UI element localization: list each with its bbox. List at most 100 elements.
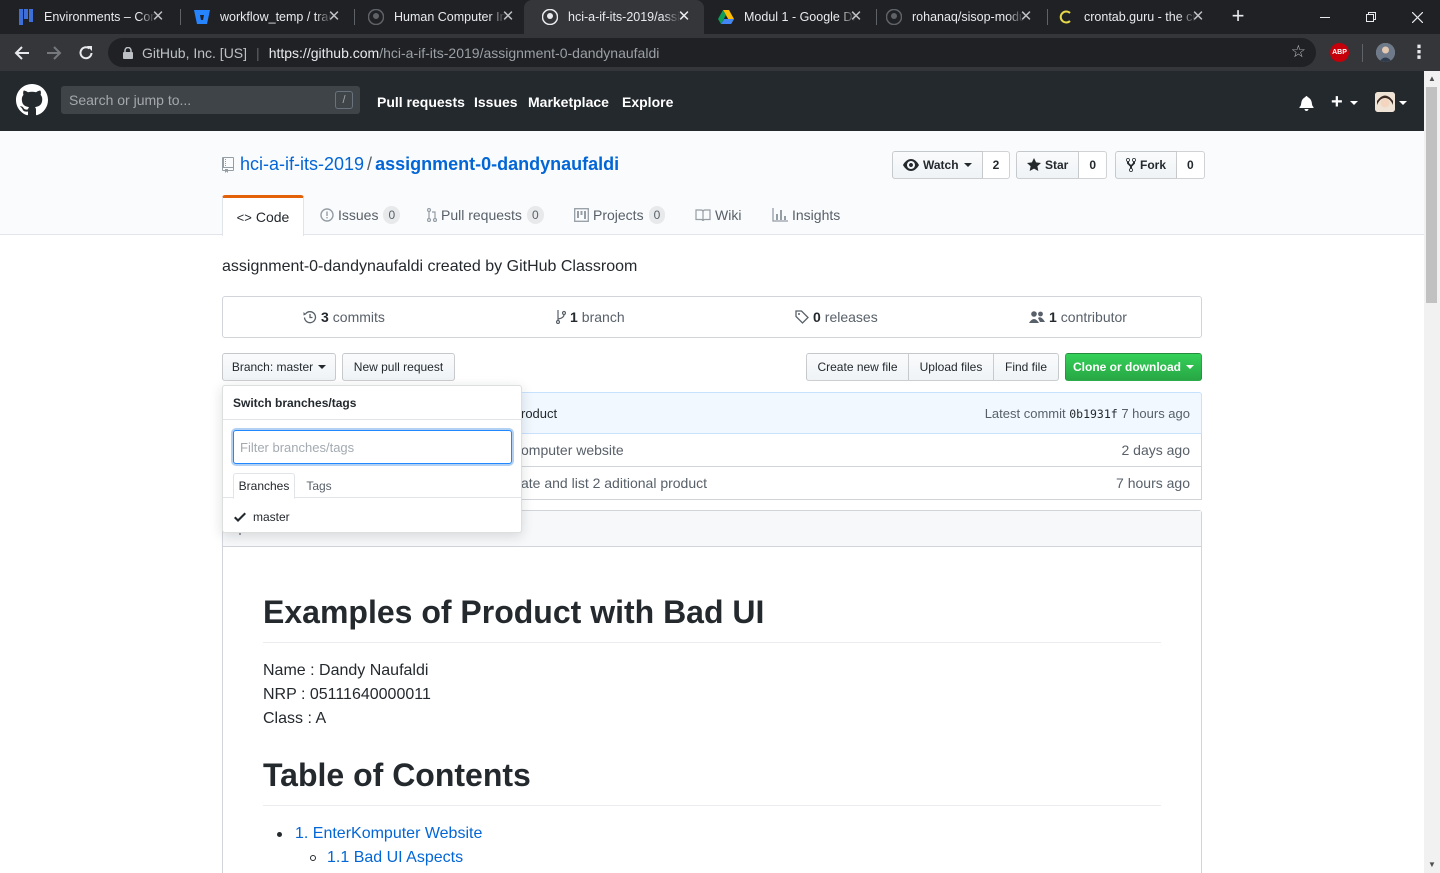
back-button[interactable] bbox=[9, 40, 35, 66]
upload-files-button[interactable]: Upload files bbox=[908, 353, 994, 381]
repo-description: assignment-0-dandynaufaldi created by Gi… bbox=[222, 258, 638, 275]
close-tab-icon[interactable]: ✕ bbox=[1018, 9, 1034, 25]
close-tab-icon[interactable]: ✕ bbox=[326, 9, 342, 25]
tab-tags[interactable]: Tags bbox=[299, 473, 339, 499]
tab-insights-label: Insights bbox=[792, 207, 841, 223]
close-tab-icon[interactable]: ✕ bbox=[676, 9, 692, 25]
clone-label: Clone or download bbox=[1073, 360, 1181, 374]
scroll-up-arrow-icon[interactable]: ▲ bbox=[1424, 71, 1440, 87]
toc-link[interactable]: 1. EnterKomputer Website bbox=[295, 825, 482, 842]
fork-label: Fork bbox=[1140, 158, 1167, 172]
close-tab-icon[interactable]: ✕ bbox=[848, 9, 864, 25]
readme-heading: Examples of Product with Bad UI bbox=[263, 592, 1161, 643]
bookmark-star-icon[interactable]: ☆ bbox=[1291, 43, 1306, 61]
repo-name-link[interactable]: assignment-0-dandynaufaldi bbox=[375, 154, 619, 174]
browser-tab[interactable]: Modul 1 - Google Drive ✕ bbox=[700, 0, 876, 34]
browser-tab-active[interactable]: hci-a-if-its-2019/assignment ✕ bbox=[524, 0, 704, 34]
fork-icon bbox=[1126, 158, 1136, 172]
watch-button[interactable]: Watch bbox=[892, 151, 983, 179]
forward-button[interactable] bbox=[41, 40, 67, 66]
clone-or-download-button[interactable]: Clone or download bbox=[1065, 353, 1202, 381]
browser-profile-avatar[interactable] bbox=[1376, 43, 1395, 62]
browser-tab[interactable]: Human Computer Interaction ✕ bbox=[350, 0, 528, 34]
tab-pull-requests[interactable]: Pull requests 0 bbox=[427, 195, 544, 235]
star-button[interactable]: Star bbox=[1016, 151, 1080, 179]
toc-link[interactable]: 1.1 Bad UI Aspects bbox=[327, 849, 463, 866]
close-tab-icon[interactable]: ✕ bbox=[1190, 9, 1206, 25]
tab-projects[interactable]: Projects 0 bbox=[574, 195, 666, 235]
book-icon bbox=[695, 208, 711, 221]
latest-commit-age: 7 hours ago bbox=[1121, 406, 1190, 421]
commits-link[interactable]: 3 commits bbox=[303, 309, 385, 325]
azure-devops-icon bbox=[18, 9, 34, 25]
browser-tab[interactable]: crontab.guru - the cron ✕ bbox=[1040, 0, 1218, 34]
lock-icon bbox=[123, 46, 133, 59]
new-pull-request-button[interactable]: New pull request bbox=[342, 353, 455, 381]
releases-label: releases bbox=[824, 309, 878, 325]
dropdown-title: Switch branches/tags bbox=[223, 386, 521, 420]
issue-opened-icon bbox=[320, 208, 334, 222]
url-host: https://github.com bbox=[268, 44, 380, 61]
contributors-link[interactable]: 1 contributor bbox=[1029, 309, 1127, 325]
address-bar[interactable]: GitHub, Inc. [US] | https://github.com/h… bbox=[108, 38, 1316, 67]
toolbar-divider bbox=[1362, 44, 1363, 62]
close-tab-icon[interactable]: ✕ bbox=[150, 9, 166, 25]
commit-sha-link[interactable]: 0b1931f bbox=[1069, 407, 1117, 421]
star-icon bbox=[1027, 158, 1041, 171]
toc-item: 1.1 Bad UI Aspects bbox=[263, 846, 1161, 870]
latest-commit-message[interactable]: roduct bbox=[521, 406, 557, 421]
nav-pull-requests[interactable]: Pull requests bbox=[377, 94, 465, 110]
user-avatar[interactable] bbox=[1375, 92, 1395, 112]
browser-tab[interactable]: rohanaq/sisop-modul ✕ bbox=[868, 0, 1046, 34]
find-file-button[interactable]: Find file bbox=[993, 353, 1059, 381]
close-tab-icon[interactable]: ✕ bbox=[500, 9, 516, 25]
tab-issues[interactable]: Issues 0 bbox=[320, 195, 401, 235]
branch-select-button[interactable]: Branch: master bbox=[222, 353, 336, 381]
github-logo-icon[interactable] bbox=[16, 84, 48, 116]
graph-icon bbox=[772, 208, 788, 222]
releases-link[interactable]: 0 releases bbox=[795, 309, 878, 325]
repo-head: hci-a-if-its-2019/assignment-0-dandynauf… bbox=[0, 131, 1424, 236]
browser-tab[interactable]: workflow_temp / trace ✕ bbox=[176, 0, 354, 34]
branch-item-master[interactable]: master bbox=[223, 502, 521, 532]
create-new-file-button[interactable]: Create new file bbox=[806, 353, 909, 381]
adblock-plus-icon[interactable]: ABP bbox=[1330, 43, 1349, 62]
fork-button[interactable]: Fork bbox=[1115, 151, 1178, 179]
scrollbar-thumb[interactable] bbox=[1426, 87, 1437, 303]
filter-branches-input[interactable] bbox=[233, 430, 512, 464]
browser-tab[interactable]: Environments – Composer ✕ bbox=[0, 0, 178, 34]
search-shortcut-hint: / bbox=[335, 91, 353, 109]
github-search-input[interactable]: Search or jump to... / bbox=[61, 86, 360, 114]
nav-issues[interactable]: Issues bbox=[474, 94, 518, 110]
chevron-down-icon bbox=[1186, 365, 1194, 369]
branches-count: 1 bbox=[570, 309, 578, 325]
file-commit-message[interactable]: ate and list 2 aditional product bbox=[521, 475, 707, 491]
bell-icon[interactable] bbox=[1299, 95, 1314, 111]
branch-name: master bbox=[253, 510, 290, 524]
new-tab-button[interactable]: + bbox=[1227, 5, 1249, 28]
minimize-button[interactable] bbox=[1302, 0, 1348, 34]
file-commit-message[interactable]: omputer website bbox=[521, 442, 624, 458]
reload-button[interactable] bbox=[73, 40, 99, 66]
fork-group: Fork 0 bbox=[1115, 151, 1205, 179]
close-window-button[interactable] bbox=[1394, 0, 1440, 34]
repo-owner-link[interactable]: hci-a-if-its-2019 bbox=[240, 154, 364, 174]
tab-wiki[interactable]: Wiki bbox=[695, 195, 741, 235]
scroll-down-arrow-icon[interactable]: ▼ bbox=[1424, 857, 1440, 873]
star-count[interactable]: 0 bbox=[1079, 151, 1108, 179]
tab-branches[interactable]: Branches bbox=[233, 473, 295, 499]
issues-counter: 0 bbox=[383, 206, 401, 224]
restore-button[interactable] bbox=[1348, 0, 1394, 34]
watch-count[interactable]: 2 bbox=[982, 151, 1011, 179]
page-scrollbar[interactable]: ▲ ▼ bbox=[1424, 71, 1440, 873]
readme-toc-heading: Table of Contents bbox=[263, 755, 1161, 806]
branches-link[interactable]: 1 branch bbox=[556, 309, 625, 325]
nav-explore[interactable]: Explore bbox=[622, 94, 673, 110]
browser-menu-icon[interactable]: ⋮ bbox=[1410, 43, 1428, 63]
nav-marketplace[interactable]: Marketplace bbox=[528, 94, 609, 110]
create-new-plus-icon[interactable]: + bbox=[1331, 92, 1343, 112]
fork-count[interactable]: 0 bbox=[1177, 151, 1205, 179]
tab-code[interactable]: <> Code bbox=[222, 195, 304, 236]
tab-insights[interactable]: Insights bbox=[772, 195, 840, 235]
toc-list: 1. EnterKomputer Website 1.1 Bad UI Aspe… bbox=[263, 822, 1161, 870]
